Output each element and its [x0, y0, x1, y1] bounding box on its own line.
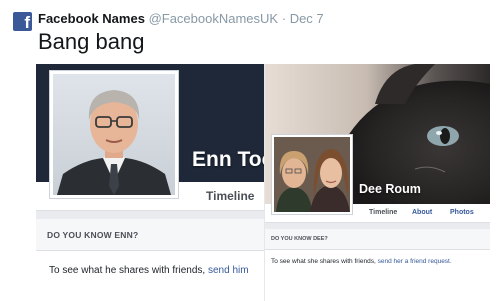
tweet-header: Facebook Names @FacebookNamesUK · Dec 7	[38, 11, 324, 26]
tweet: f Facebook Names @FacebookNamesUK · Dec …	[0, 0, 500, 301]
dee-tab-about[interactable]: About	[412, 209, 432, 216]
dee-tab-photos[interactable]: Photos	[450, 209, 474, 216]
enn-know-text: To see what he shares with friends, send…	[49, 265, 249, 276]
dee-profile-name: Dee Roum	[359, 182, 421, 196]
enn-know-title: DO YOU KNOW ENN?	[47, 230, 139, 240]
facebook-logo-icon[interactable]: f	[13, 12, 32, 31]
enn-profile-picture	[49, 70, 179, 199]
dee-tab-timeline[interactable]: Timeline	[369, 209, 397, 216]
enn-friend-request-link[interactable]: send him	[208, 265, 249, 276]
tweet-text: Bang bang	[38, 29, 145, 54]
author-handle[interactable]: @FacebookNamesUK	[149, 11, 279, 26]
enn-know-box-body: To see what he shares with friends, send…	[36, 251, 264, 301]
author-name[interactable]: Facebook Names	[38, 11, 145, 26]
facebook-logo-letter: f	[24, 13, 30, 31]
dee-know-title: DO YOU KNOW DEE?	[271, 236, 328, 242]
dee-know-box-header: DO YOU KNOW DEE?	[265, 229, 490, 250]
tweet-date[interactable]: Dec 7	[290, 11, 324, 26]
enn-divider	[36, 211, 264, 219]
dee-know-box-body: To see what she shares with friends, sen…	[265, 250, 490, 301]
dee-profile-screenshot: Dee Roum Timeline About Photos DO YOU KN…	[264, 64, 490, 301]
dee-know-text: To see what she shares with friends, sen…	[271, 258, 452, 265]
dee-profile-picture	[271, 134, 353, 215]
enn-know-message: To see what he shares with friends,	[49, 265, 208, 276]
enn-tab-timeline[interactable]: Timeline	[206, 189, 254, 203]
separator: ·	[281, 11, 287, 26]
dee-know-message: To see what she shares with friends,	[271, 258, 378, 265]
dee-portrait-image	[274, 137, 350, 212]
tweet-media[interactable]: Enn Too Timeline DO YOU KNOW ENN? To see…	[36, 64, 490, 301]
enn-profile-screenshot: Enn Too Timeline DO YOU KNOW ENN? To see…	[36, 64, 264, 301]
enn-portrait-image	[53, 74, 175, 195]
enn-profile-name: Enn Too	[192, 148, 264, 171]
dee-friend-request-link[interactable]: send her a friend request.	[378, 258, 452, 265]
enn-know-box-header: DO YOU KNOW ENN?	[36, 219, 264, 251]
